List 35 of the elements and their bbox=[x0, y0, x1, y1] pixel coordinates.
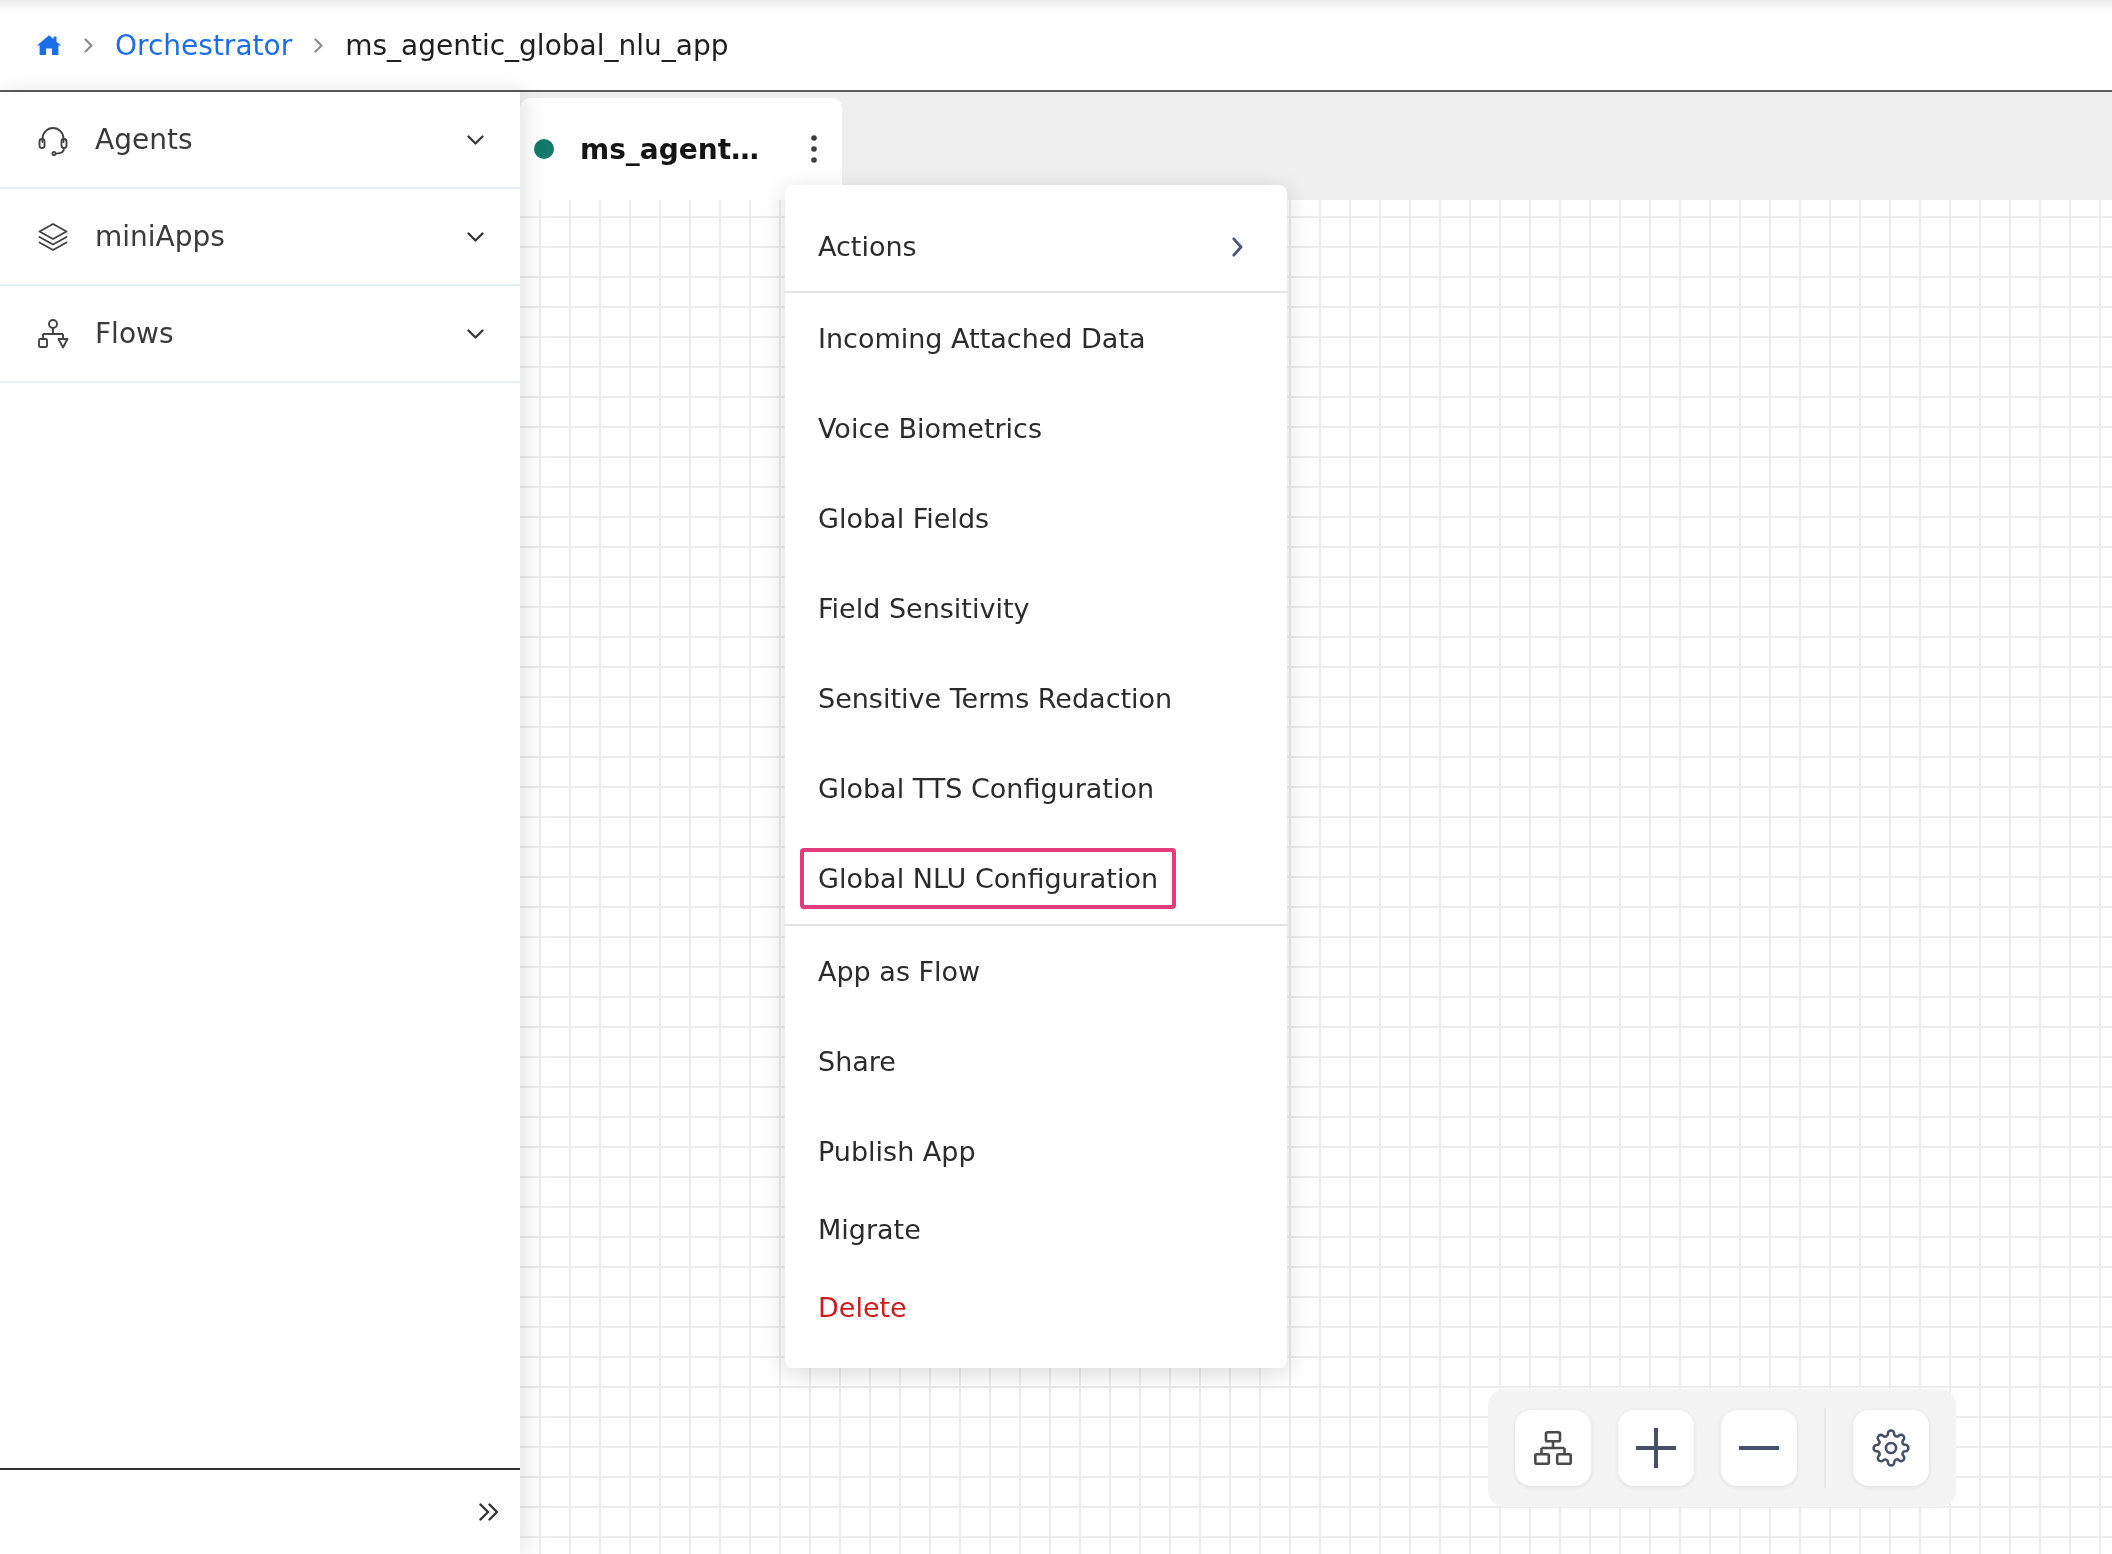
sidebar-item[interactable]: Agents bbox=[0, 92, 520, 189]
menu-item[interactable]: Sensitive Terms Redaction bbox=[800, 668, 1191, 729]
chevron-right-icon bbox=[84, 37, 93, 53]
hierarchy-icon bbox=[1534, 1431, 1572, 1465]
menu-item[interactable]: Incoming Attached Data bbox=[800, 308, 1164, 369]
menu-item[interactable]: Field Sensitivity bbox=[800, 578, 1048, 639]
layout-button[interactable] bbox=[1515, 1410, 1591, 1486]
zoom-in-button[interactable] bbox=[1618, 1410, 1694, 1486]
menu-item[interactable]: Global NLU Configuration bbox=[800, 848, 1177, 909]
menu-item[interactable]: App as Flow bbox=[800, 941, 999, 1002]
chevron-right-icon bbox=[1232, 236, 1243, 257]
minus-icon bbox=[1739, 1446, 1779, 1450]
breadcrumb-current: ms_agentic_global_nlu_app bbox=[345, 28, 729, 62]
menu-item[interactable]: Global Fields bbox=[800, 488, 1008, 549]
zoom-out-button[interactable] bbox=[1721, 1410, 1797, 1486]
menu-item[interactable]: Share bbox=[800, 1031, 914, 1092]
flow-diagram-icon bbox=[37, 317, 69, 350]
menu-item[interactable]: Publish App bbox=[800, 1121, 994, 1182]
breadcrumb-link[interactable]: Orchestrator bbox=[115, 28, 293, 62]
sidebar-item[interactable]: miniApps bbox=[0, 189, 520, 286]
double-chevron-right-icon[interactable] bbox=[479, 1503, 499, 1521]
plus-icon bbox=[1636, 1428, 1676, 1468]
menu-item[interactable]: Delete bbox=[800, 1277, 925, 1338]
sidebar-item[interactable]: Flows bbox=[0, 286, 520, 383]
menu-item[interactable]: Voice Biometrics bbox=[800, 398, 1060, 459]
menu-item[interactable]: Migrate bbox=[800, 1199, 939, 1260]
tab[interactable]: ms_agent… bbox=[520, 98, 842, 200]
gear-icon bbox=[1872, 1429, 1910, 1467]
settings-button[interactable] bbox=[1853, 1410, 1929, 1486]
menu-item[interactable]: Actions bbox=[800, 216, 1287, 277]
home-icon[interactable] bbox=[36, 34, 62, 56]
chevron-right-icon bbox=[314, 37, 324, 53]
menu-item[interactable]: Global TTS Configuration bbox=[800, 758, 1173, 819]
kebab-menu-icon[interactable] bbox=[811, 135, 817, 163]
layers-icon bbox=[37, 220, 69, 253]
